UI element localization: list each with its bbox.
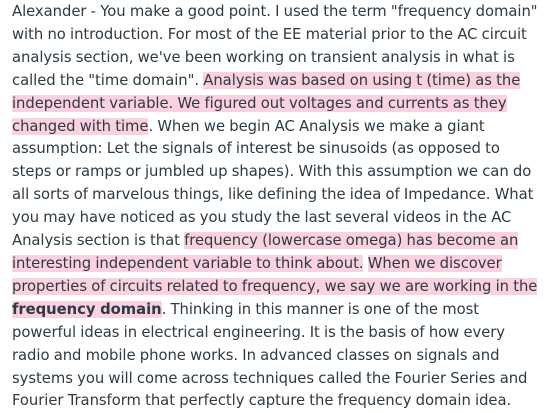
comment-text: . When we begin AC Analysis we make a gi… (12, 117, 534, 250)
comment-body: Alexander - You make a good point. I use… (0, 0, 544, 413)
highlighted-bold-term: frequency domain (12, 300, 162, 318)
